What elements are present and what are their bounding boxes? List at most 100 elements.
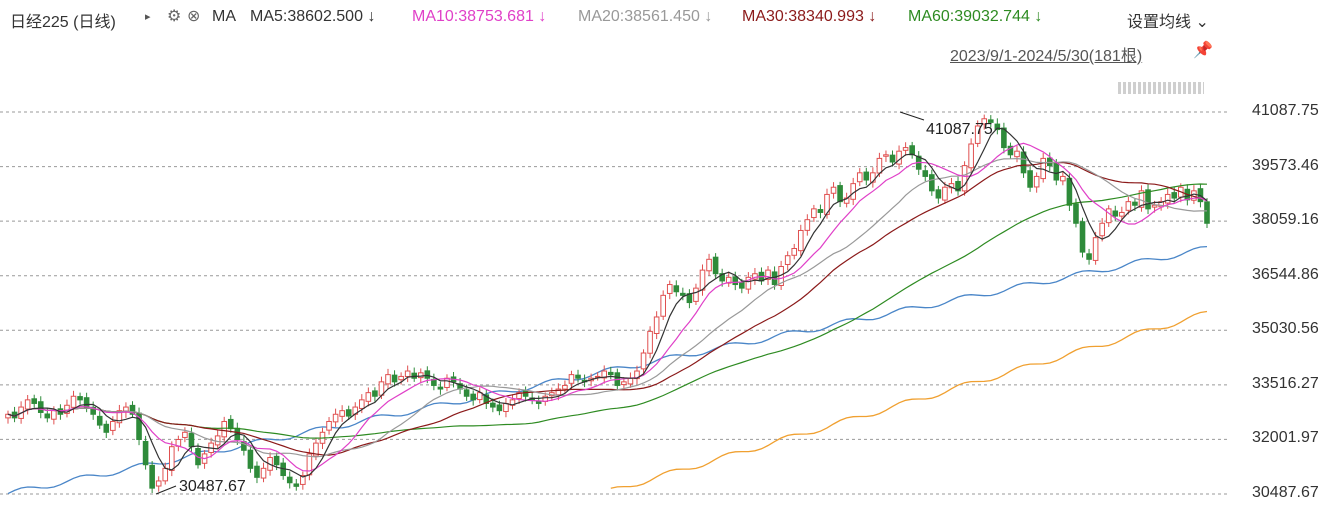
candle-body xyxy=(385,374,391,385)
candle-body xyxy=(706,258,712,272)
candle-body xyxy=(372,390,378,397)
y-tick-label: 41087.75 xyxy=(1252,102,1319,119)
candle-body xyxy=(647,330,653,354)
chart-header: 日经225 (日线) ▸ ⚙ ⊗ MA MA5:38602.500 ↓ MA10… xyxy=(0,0,1335,34)
candle-body xyxy=(1066,177,1073,206)
settings-ma-button[interactable]: 设置均线 ⌄ xyxy=(1127,8,1209,32)
candle-body xyxy=(817,209,824,213)
candle-body xyxy=(286,476,293,484)
candle-body xyxy=(1033,175,1040,188)
candle-body xyxy=(607,371,614,376)
y-tick-label: 35030.56 xyxy=(1252,320,1319,338)
candle-body xyxy=(326,420,332,431)
candle-body xyxy=(365,392,372,402)
close-icon[interactable]: ⊗ xyxy=(187,6,200,26)
candle-body xyxy=(503,402,509,413)
y-tick-label: 38059.16 xyxy=(1252,211,1319,229)
candle-body xyxy=(797,229,804,252)
candle-body xyxy=(77,396,83,401)
chart-title: 日经225 (日线) xyxy=(10,14,116,31)
candle-body xyxy=(699,269,706,291)
candle-body xyxy=(1086,253,1092,260)
candle-body xyxy=(1014,150,1020,158)
candle-body xyxy=(247,449,254,469)
candle-body xyxy=(830,186,837,194)
candle-body xyxy=(712,256,719,275)
candlestick-chart: 41087.75 30487.67 xyxy=(0,111,1230,495)
candle-body xyxy=(1027,170,1033,188)
ma60-line xyxy=(7,183,1208,439)
candle-body xyxy=(182,431,188,438)
candle-body xyxy=(221,420,228,438)
candle-body xyxy=(359,399,365,409)
candle-body xyxy=(1119,211,1125,217)
ma20-value: MA20:38561.450 ↓ xyxy=(578,8,713,25)
candle-body xyxy=(1171,192,1178,199)
candle-body xyxy=(470,393,476,401)
candle-body xyxy=(889,154,896,163)
candle-body xyxy=(496,404,503,412)
candle-body xyxy=(863,171,870,181)
candle-body xyxy=(31,398,38,404)
candle-body xyxy=(660,294,666,317)
candle-body xyxy=(149,464,155,489)
y-tick-label: 36544.86 xyxy=(1252,265,1319,283)
candle-body xyxy=(804,219,811,231)
ma5-value: MA5:38602.500 ↓ xyxy=(250,8,376,25)
range-slider-handle[interactable] xyxy=(1118,82,1204,94)
ma30-value: MA30:38340.993 ↓ xyxy=(742,8,877,25)
candle-body xyxy=(1060,175,1066,182)
candle-body xyxy=(942,186,948,201)
candle-body xyxy=(922,170,929,177)
candle-body xyxy=(96,415,103,426)
ma10-line xyxy=(7,142,1208,472)
candle-body xyxy=(1204,201,1210,224)
candle-body xyxy=(168,446,175,471)
candle-body xyxy=(1125,201,1132,211)
date-range-link[interactable]: 2023/9/1-2024/5/30(181根) xyxy=(950,42,1142,66)
candle-body xyxy=(673,285,680,293)
pin-icon[interactable]: 📌 xyxy=(1193,40,1213,60)
candle-body xyxy=(929,174,935,192)
low-annotation: 30487.67 xyxy=(179,478,246,495)
candle-body xyxy=(627,377,634,385)
candle-body xyxy=(1112,210,1119,217)
candle-body xyxy=(653,316,660,334)
candle-body xyxy=(345,409,352,417)
high-pointer-line xyxy=(899,111,925,121)
candle-body xyxy=(254,465,260,478)
ma10-value: MA10:38753.681 ↓ xyxy=(412,8,547,25)
candle-body xyxy=(680,292,686,296)
y-tick-label: 33516.27 xyxy=(1252,374,1319,392)
candle-body xyxy=(1164,193,1171,204)
candle-body xyxy=(883,154,889,157)
candle-body xyxy=(811,208,817,219)
candle-body xyxy=(902,147,909,151)
candle-body xyxy=(260,467,267,479)
expand-triangle-icon[interactable]: ▸ xyxy=(145,10,151,23)
candle-body xyxy=(876,157,883,174)
candle-body xyxy=(1092,237,1099,261)
candle-body xyxy=(332,413,339,423)
chevron-down-icon: ⌄ xyxy=(1195,14,1209,31)
candle-body xyxy=(103,423,110,433)
candle-body xyxy=(424,370,431,379)
candle-body xyxy=(693,287,699,302)
candle-body xyxy=(562,384,568,390)
candle-body xyxy=(83,397,90,408)
gear-icon[interactable]: ⚙ xyxy=(167,6,181,26)
candle-body xyxy=(44,413,51,419)
candle-body xyxy=(621,381,627,386)
candle-body xyxy=(490,402,496,408)
candle-body xyxy=(293,483,300,487)
candle-body xyxy=(339,410,345,417)
candle-body xyxy=(110,420,116,431)
candle-body xyxy=(666,284,673,294)
candle-body xyxy=(463,389,470,397)
candle-body xyxy=(411,372,418,379)
candle-body xyxy=(896,150,902,165)
ma60-value: MA60:39032.744 ↓ xyxy=(908,8,1043,25)
candle-body xyxy=(575,374,581,379)
candle-body xyxy=(142,440,149,466)
candle-body xyxy=(437,386,444,390)
